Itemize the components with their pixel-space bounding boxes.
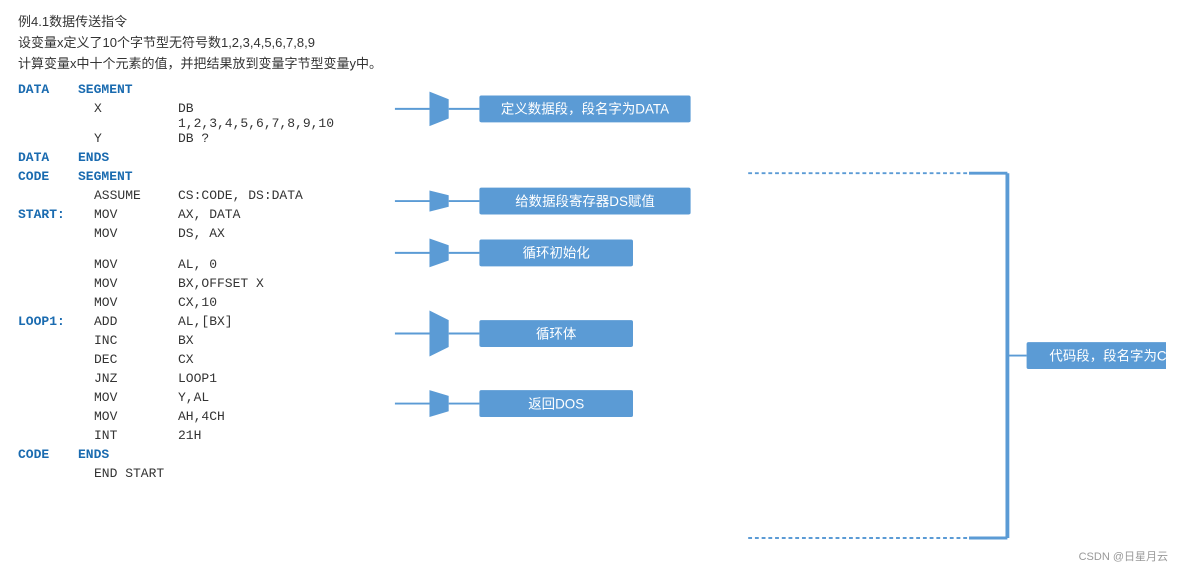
kw-int: INT	[78, 428, 178, 443]
kw-dec: DEC	[78, 352, 178, 367]
code-line-4: DATA ENDS	[18, 150, 388, 169]
desc-line2: 设变量x定义了10个字节型无符号数1,2,3,4,5,6,7,8,9	[18, 33, 1166, 54]
op-mov-7: AH,4CH	[178, 409, 338, 424]
code-line-8: MOV DS, AX	[18, 226, 388, 245]
kw-x: X	[78, 101, 178, 116]
label-loop1: LOOP1:	[18, 314, 78, 329]
op-jnz: LOOP1	[178, 371, 338, 386]
code-line-blank	[18, 245, 388, 257]
code-line-13: INC BX	[18, 333, 388, 352]
code-line-2: X DB 1,2,3,4,5,6,7,8,9,10	[18, 101, 388, 131]
kw-y: Y	[78, 131, 178, 146]
op-mov-3: AL, 0	[178, 257, 338, 272]
label-start: START:	[18, 207, 78, 222]
op-y: DB ?	[178, 131, 338, 146]
label-data: DATA	[18, 82, 78, 97]
op-add: AL,[BX]	[178, 314, 338, 329]
code-line-6: ASSUME CS:CODE, DS:DATA	[18, 188, 388, 207]
svg-text:返回DOS: 返回DOS	[528, 397, 584, 412]
desc-line1: 例4.1数据传送指令	[18, 12, 1166, 33]
code-line-14: DEC CX	[18, 352, 388, 371]
description: 例4.1数据传送指令 设变量x定义了10个字节型无符号数1,2,3,4,5,6,…	[18, 12, 1166, 74]
op-assume: CS:CODE, DS:DATA	[178, 188, 338, 203]
main-layout: DATA SEGMENT X DB 1,2,3,4,5,6,7,8,9,10 Y…	[18, 82, 1166, 562]
code-section: DATA SEGMENT X DB 1,2,3,4,5,6,7,8,9,10 Y…	[18, 82, 388, 562]
kw-ends-2: ENDS	[78, 447, 178, 462]
code-line-20: END START	[18, 466, 388, 485]
op-mov-1: AX, DATA	[178, 207, 338, 222]
code-line-5: CODE SEGMENT	[18, 169, 388, 188]
kw-segment-2: SEGMENT	[78, 169, 178, 184]
kw-mov-6: MOV	[78, 390, 178, 405]
code-line-7: START: MOV AX, DATA	[18, 207, 388, 226]
code-line-10: MOV BX,OFFSET X	[18, 276, 388, 295]
op-dec: CX	[178, 352, 338, 367]
kw-add: ADD	[78, 314, 178, 329]
op-mov-2: DS, AX	[178, 226, 338, 241]
kw-jnz: JNZ	[78, 371, 178, 386]
label-code: CODE	[18, 169, 78, 184]
kw-mov-5: MOV	[78, 295, 178, 310]
op-inc: BX	[178, 333, 338, 348]
label-code-ends: CODE	[18, 447, 78, 462]
code-line-18: INT 21H	[18, 428, 388, 447]
code-line-16: MOV Y,AL	[18, 390, 388, 409]
svg-text:定义数据段，段名字为DATA: 定义数据段，段名字为DATA	[501, 102, 669, 117]
op-mov-4: BX,OFFSET X	[178, 276, 338, 291]
code-line-9: MOV AL, 0	[18, 257, 388, 276]
kw-mov-2: MOV	[78, 226, 178, 241]
kw-mov-4: MOV	[78, 276, 178, 291]
code-line-15: JNZ LOOP1	[18, 371, 388, 390]
diagram-svg: 定义数据段，段名字为DATA 给数据段寄存器DS赋值 循环初始化	[388, 82, 1166, 562]
code-line-3: Y DB ?	[18, 131, 388, 150]
code-line-1: DATA SEGMENT	[18, 82, 388, 101]
svg-text:代码段，段名字为CODE: 代码段，段名字为CODE	[1049, 349, 1166, 364]
kw-mov-7: MOV	[78, 409, 178, 424]
op-mov-6: Y,AL	[178, 390, 338, 405]
diagram-area: 定义数据段，段名字为DATA 给数据段寄存器DS赋值 循环初始化	[388, 82, 1166, 562]
code-line-11: MOV CX,10	[18, 295, 388, 314]
op-int: 21H	[178, 428, 338, 443]
page-container: 例4.1数据传送指令 设变量x定义了10个字节型无符号数1,2,3,4,5,6,…	[0, 0, 1184, 572]
op-x: DB 1,2,3,4,5,6,7,8,9,10	[178, 101, 338, 131]
code-line-19: CODE ENDS	[18, 447, 388, 466]
svg-text:循环初始化: 循环初始化	[523, 246, 590, 261]
kw-assume: ASSUME	[78, 188, 178, 203]
kw-end: END START	[78, 466, 178, 481]
svg-text:给数据段寄存器DS赋值: 给数据段寄存器DS赋值	[515, 193, 655, 209]
kw-inc: INC	[78, 333, 178, 348]
kw-ends-1: ENDS	[78, 150, 178, 165]
kw-mov-1: MOV	[78, 207, 178, 222]
watermark: CSDN @日星月云	[1079, 548, 1168, 564]
kw-mov-3: MOV	[78, 257, 178, 272]
svg-text:循环体: 循环体	[536, 327, 577, 342]
desc-line3: 计算变量x中十个元素的值，并把结果放到变量字节型变量y中。	[18, 54, 1166, 75]
kw-segment-1: SEGMENT	[78, 82, 178, 97]
label-data-ends: DATA	[18, 150, 78, 165]
op-mov-5: CX,10	[178, 295, 338, 310]
code-line-17: MOV AH,4CH	[18, 409, 388, 428]
code-line-12: LOOP1: ADD AL,[BX]	[18, 314, 388, 333]
